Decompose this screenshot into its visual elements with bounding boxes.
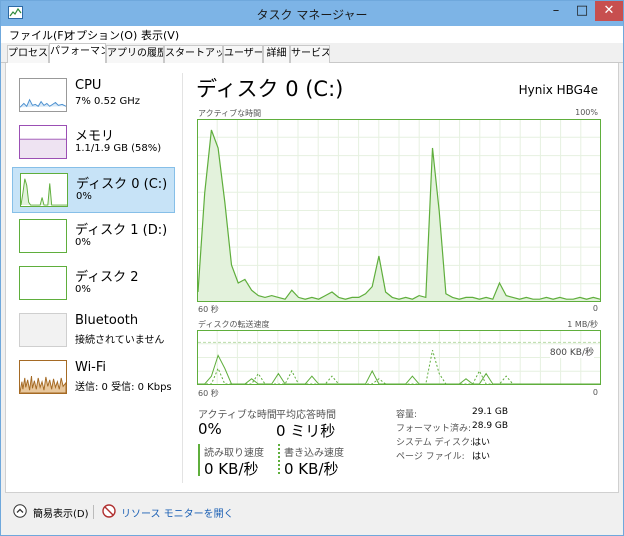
sidebar-item-wifi[interactable]: Wi-Fi 送信: 0 受信: 0 Kbps: [12, 355, 175, 401]
sidebar-item-detail: 送信: 0 受信: 0 Kbps: [75, 382, 172, 393]
footer-separator: [93, 505, 94, 519]
active-time-min-label: 0: [592, 304, 598, 313]
tab-users[interactable]: ユーザー: [223, 45, 263, 63]
disk-1-thumbnail: [19, 219, 67, 253]
capacity-label: 容量:: [396, 410, 418, 420]
page-title: ディスク 0 (C:): [196, 77, 344, 101]
sidebar-item-detail: 0%: [75, 284, 91, 295]
active-time-graph: [197, 119, 601, 302]
transfer-rate-mid-label: 800 KB/秒: [549, 345, 594, 358]
sidebar-item-name: Wi-Fi: [75, 360, 107, 375]
cpu-thumbnail: [19, 78, 67, 112]
sidebar-item-detail: 1.1/1.9 GB (58%): [75, 143, 162, 154]
tab-startup[interactable]: スタートアップ: [164, 45, 223, 63]
menu-options[interactable]: オプション(O): [65, 27, 137, 43]
sidebar-item-memory[interactable]: メモリ 1.1/1.9 GB (58%): [12, 120, 175, 166]
active-time-label: アクティブな時間: [198, 109, 262, 118]
tab-bar: プロセス パフォーマンス アプリの履歴 スタートアップ ユーザー 詳細 サービス: [1, 43, 623, 64]
sidebar-item-name: メモリ: [75, 129, 115, 144]
active-time-stat-label: アクティブな時間: [198, 410, 277, 421]
sidebar-item-detail: 0%: [76, 191, 92, 202]
page-file-value: はい: [472, 452, 491, 462]
disk-2-thumbnail: [19, 266, 67, 300]
tab-processes[interactable]: プロセス: [7, 45, 49, 63]
tab-services[interactable]: サービス: [290, 45, 330, 63]
sidebar-item-detail: 0%: [75, 237, 91, 248]
title-bar[interactable]: タスク マネージャー – □ ✕: [1, 1, 623, 26]
close-button[interactable]: ✕: [595, 1, 623, 21]
response-time-stat-value: 0 ミリ秒: [276, 422, 336, 440]
formatted-label: フォーマット済み:: [396, 424, 472, 434]
sidebar-item-detail: 7% 0.52 GHz: [75, 96, 141, 107]
system-disk-label: システム ディスク:: [396, 438, 473, 448]
transfer-rate-label: ディスクの転送速度: [198, 320, 270, 329]
read-speed-value: 0 KB/秒: [204, 460, 259, 478]
write-speed-indicator: [278, 444, 280, 476]
sidebar-item-disk-1[interactable]: ディスク 1 (D:) 0%: [12, 214, 175, 260]
write-speed-label: 書き込み速度: [284, 448, 344, 459]
write-speed-value: 0 KB/秒: [284, 460, 339, 478]
active-time-stat-value: 0%: [198, 420, 222, 438]
minimize-button[interactable]: –: [543, 1, 569, 21]
tab-performance[interactable]: パフォーマンス: [49, 43, 106, 64]
transfer-rate-min-label: 0: [592, 388, 598, 397]
transfer-rate-graph: [197, 330, 601, 385]
read-speed-indicator: [198, 444, 200, 476]
tab-details[interactable]: 詳細: [263, 45, 290, 63]
page-file-label: ページ ファイル:: [396, 452, 465, 462]
memory-thumbnail: [19, 125, 67, 159]
bluetooth-thumbnail: [19, 313, 67, 347]
menu-bar: ファイル(F) オプション(O) 表示(V): [1, 26, 623, 43]
sidebar-item-bluetooth[interactable]: Bluetooth 接続されていません: [12, 308, 175, 354]
sidebar-item-detail: 接続されていません: [75, 335, 165, 346]
sidebar-item-name: ディスク 1 (D:): [75, 223, 168, 238]
panel-divider: [182, 73, 183, 483]
resource-monitor-icon: [102, 504, 116, 518]
formatted-value: 28.9 GB: [472, 421, 509, 431]
sidebar-item-name: ディスク 2: [75, 270, 139, 285]
performance-panel: CPU 7% 0.52 GHz メモリ 1.1/1.9 GB (58%) ディス…: [5, 63, 619, 493]
active-time-max-label: 100%: [575, 108, 598, 117]
resource-monitor-link[interactable]: リソース モニターを開く: [121, 505, 234, 520]
disk-model: Hynix HBG4e: [518, 83, 598, 97]
active-time-span-label: 60 秒: [198, 305, 219, 314]
footer-bar: 簡易表示(D) リソース モニターを開く: [1, 495, 623, 535]
transfer-rate-max-label: 1 MB/秒: [567, 320, 598, 329]
sidebar-item-name: CPU: [75, 78, 102, 93]
sidebar-item-name: ディスク 0 (C:): [76, 177, 168, 192]
maximize-button[interactable]: □: [569, 1, 595, 21]
tab-app-history[interactable]: アプリの履歴: [106, 45, 164, 63]
menu-file[interactable]: ファイル(F): [9, 27, 68, 43]
transfer-rate-span-label: 60 秒: [198, 389, 219, 398]
response-time-stat-label: 平均応答時間: [276, 410, 336, 421]
sidebar-item-disk-2[interactable]: ディスク 2 0%: [12, 261, 175, 307]
sidebar-item-name: Bluetooth: [75, 313, 139, 328]
read-speed-label: 読み取り速度: [204, 448, 264, 459]
sidebar-item-cpu[interactable]: CPU 7% 0.52 GHz: [12, 73, 175, 119]
fewer-details-button[interactable]: 簡易表示(D): [33, 505, 89, 520]
chevron-up-icon[interactable]: [13, 504, 27, 518]
disk-0-thumbnail: [20, 173, 68, 207]
task-manager-window: タスク マネージャー – □ ✕ ファイル(F) オプション(O) 表示(V) …: [0, 0, 624, 536]
menu-view[interactable]: 表示(V): [141, 27, 179, 43]
system-disk-value: はい: [472, 438, 491, 448]
wifi-thumbnail: [19, 360, 67, 394]
window-title: タスク マネージャー: [256, 8, 368, 22]
capacity-value: 29.1 GB: [472, 407, 509, 417]
sidebar-item-disk-0[interactable]: ディスク 0 (C:) 0%: [12, 167, 175, 213]
